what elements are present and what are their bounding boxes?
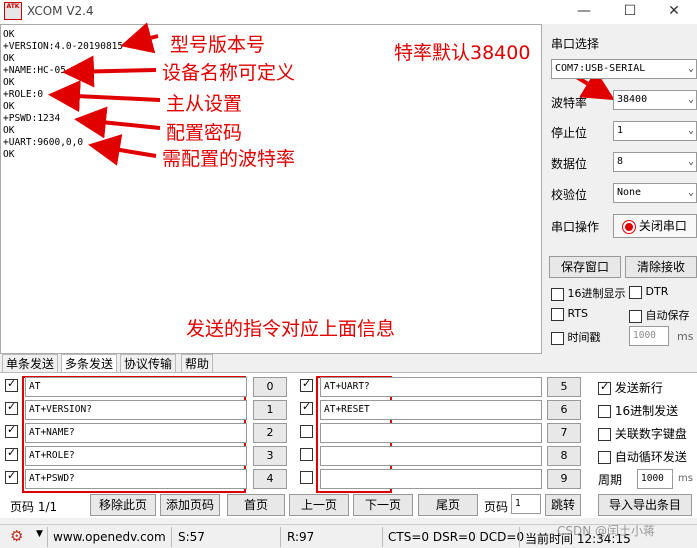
chevron-down-icon: ⌄: [687, 125, 694, 136]
tab-multi-send[interactable]: 多条发送: [61, 354, 118, 372]
baud-label: 波特率: [551, 96, 588, 110]
send-button[interactable]: 0: [253, 377, 287, 397]
chevron-down-icon: ⌄: [687, 187, 694, 198]
parity-select[interactable]: None ⌄: [613, 183, 697, 203]
close-port-button[interactable]: 关闭串口: [613, 214, 697, 238]
send-row-checkbox[interactable]: [5, 423, 18, 438]
arrow-role: [48, 80, 161, 113]
ms-label: ms: [677, 330, 694, 343]
send-tabs: 单条发送 多条发送 协议传输 帮助: [0, 354, 697, 372]
command-input[interactable]: AT+RESET: [320, 400, 542, 420]
timestamp-interval-input[interactable]: 1000: [629, 326, 669, 346]
send-button[interactable]: 6: [547, 400, 581, 420]
goto-page-input[interactable]: 1: [511, 494, 541, 514]
chevron-down-icon: ⌄: [687, 63, 694, 74]
tab-protocol[interactable]: 协议传输: [120, 354, 177, 372]
send-row-checkbox[interactable]: [300, 471, 313, 484]
send-row-checkbox[interactable]: [300, 400, 313, 415]
send-row-checkbox[interactable]: [5, 400, 18, 415]
gear-icon[interactable]: ⚙: [10, 527, 23, 545]
command-input[interactable]: AT+ROLE?: [25, 446, 247, 466]
serial-settings-panel: 串口选择 COM7:USB-SERIAL ⌄ 波特率 38400 ⌄ 停止位 1 ⌄ …: [545, 24, 697, 354]
period-unit: ms: [678, 473, 693, 484]
send-row-checkbox[interactable]: [300, 377, 313, 392]
save-window-button[interactable]: 保存窗口: [549, 256, 621, 278]
status-bar: ⚙ ▼ www.openedv.com S:57 R:97 CTS=0 DSR=…: [0, 524, 697, 548]
data-bits-label: 数据位: [551, 157, 588, 171]
record-icon: [623, 220, 636, 233]
command-input[interactable]: AT: [25, 377, 247, 397]
first-page-button[interactable]: 首页: [227, 494, 285, 516]
send-row-checkbox[interactable]: [5, 446, 18, 461]
dtr-option[interactable]: DTR: [629, 285, 668, 299]
remove-page-button[interactable]: 移除此页: [90, 494, 156, 516]
command-input[interactable]: [320, 469, 542, 489]
clear-receive-button[interactable]: 清除接收: [625, 256, 697, 278]
send-newline-option[interactable]: 发送新行: [598, 379, 663, 396]
arrow-version: [120, 22, 159, 54]
keypad-option[interactable]: 关联数字键盘: [598, 425, 687, 442]
send-button[interactable]: 2: [253, 423, 287, 443]
send-button[interactable]: 5: [547, 377, 581, 397]
port-select[interactable]: COM7:USB-SERIAL ⌄: [551, 59, 697, 79]
add-page-button[interactable]: 添加页码: [160, 494, 220, 516]
page-indicator: 页码 1/1: [10, 500, 58, 514]
sent-count: S:57: [178, 530, 205, 544]
command-input[interactable]: AT+NAME?: [25, 423, 247, 443]
arrow-pswd: [74, 106, 161, 139]
send-row-checkbox[interactable]: [300, 425, 313, 438]
tab-help[interactable]: 帮助: [181, 354, 214, 372]
auto-save-option[interactable]: 自动保存: [629, 307, 690, 323]
send-button[interactable]: 8: [547, 446, 581, 466]
send-button[interactable]: 1: [253, 400, 287, 420]
hex-send-option[interactable]: 16进制发送: [598, 402, 678, 419]
send-button[interactable]: 7: [547, 423, 581, 443]
goto-button[interactable]: 跳转: [545, 494, 581, 516]
loop-send-option[interactable]: 自动循环发送: [598, 448, 687, 465]
command-input[interactable]: [320, 423, 542, 443]
import-export-button[interactable]: 导入导出条目: [598, 494, 692, 516]
next-page-button[interactable]: 下一页: [353, 494, 413, 516]
received-count: R:97: [287, 530, 315, 544]
chevron-down-icon: ⌄: [687, 94, 694, 105]
line-status: CTS=0 DSR=0 DCD=0: [388, 530, 525, 544]
arrow-uart: [88, 134, 157, 166]
command-input[interactable]: AT+VERSION?: [25, 400, 247, 420]
period-label: 周期: [598, 473, 623, 487]
prev-page-button[interactable]: 上一页: [289, 494, 349, 516]
command-input[interactable]: AT+PSWD?: [25, 469, 247, 489]
period-input[interactable]: 1000: [637, 469, 673, 489]
watermark: CSDN @闰土小蒋: [557, 524, 656, 538]
goto-label: 页码: [484, 500, 509, 514]
timestamp-option[interactable]: 时间戳: [551, 329, 601, 345]
last-page-button[interactable]: 尾页: [418, 494, 478, 516]
tab-single-send[interactable]: 单条发送: [2, 354, 59, 372]
stop-bits-select[interactable]: 1 ⌄: [613, 121, 697, 141]
stop-bits-label: 停止位: [551, 126, 588, 140]
port-op-label: 串口操作: [551, 220, 600, 234]
serial-port-label: 串口选择: [551, 37, 600, 51]
rts-option[interactable]: RTS: [551, 307, 588, 321]
command-input[interactable]: AT+UART?: [320, 377, 542, 397]
send-button[interactable]: 4: [253, 469, 287, 489]
send-button[interactable]: 9: [547, 469, 581, 489]
chevron-down-icon: ⌄: [687, 156, 694, 167]
multi-send-panel: AT 0 AT+VERSION? 1 AT+NAME? 2 AT+ROLE? 3…: [0, 372, 697, 518]
arrow-name: [62, 55, 157, 88]
command-input[interactable]: [320, 446, 542, 466]
baud-select[interactable]: 38400 ⌄: [613, 90, 697, 110]
chevron-down-icon[interactable]: ▼: [36, 529, 43, 539]
send-row-checkbox[interactable]: [5, 377, 18, 392]
send-row-checkbox[interactable]: [300, 448, 313, 461]
send-row-checkbox[interactable]: [5, 469, 18, 484]
hex-display-option[interactable]: 16进制显示: [551, 285, 626, 301]
send-button[interactable]: 3: [253, 446, 287, 466]
data-bits-select[interactable]: 8 ⌄: [613, 152, 697, 172]
parity-label: 校验位: [551, 188, 588, 202]
website-link[interactable]: www.openedv.com: [53, 530, 166, 544]
